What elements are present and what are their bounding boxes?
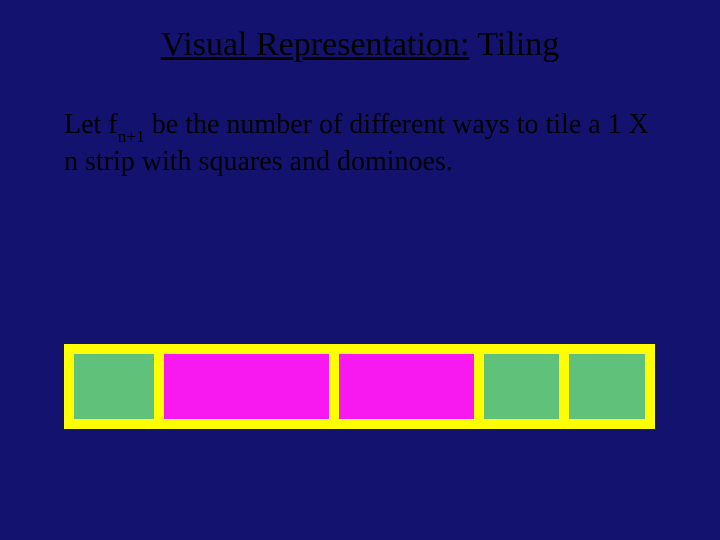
tile-domino [164,354,329,419]
tiling-strip [64,344,655,429]
tile-square [569,354,645,419]
body-post: be the number of different ways to tile … [64,109,649,177]
tile-square [74,354,154,419]
tile-domino [339,354,473,419]
body-pre: Let f [64,109,118,140]
title-text-a: Visual Representation: [161,26,470,63]
tile-square [484,354,560,419]
body-text: Let fn+1 be the number of different ways… [0,74,720,179]
slide-title: Visual Representation: Tiling [0,0,720,74]
title-text-b: Tiling [469,26,559,63]
body-subscript: n+1 [118,127,145,146]
